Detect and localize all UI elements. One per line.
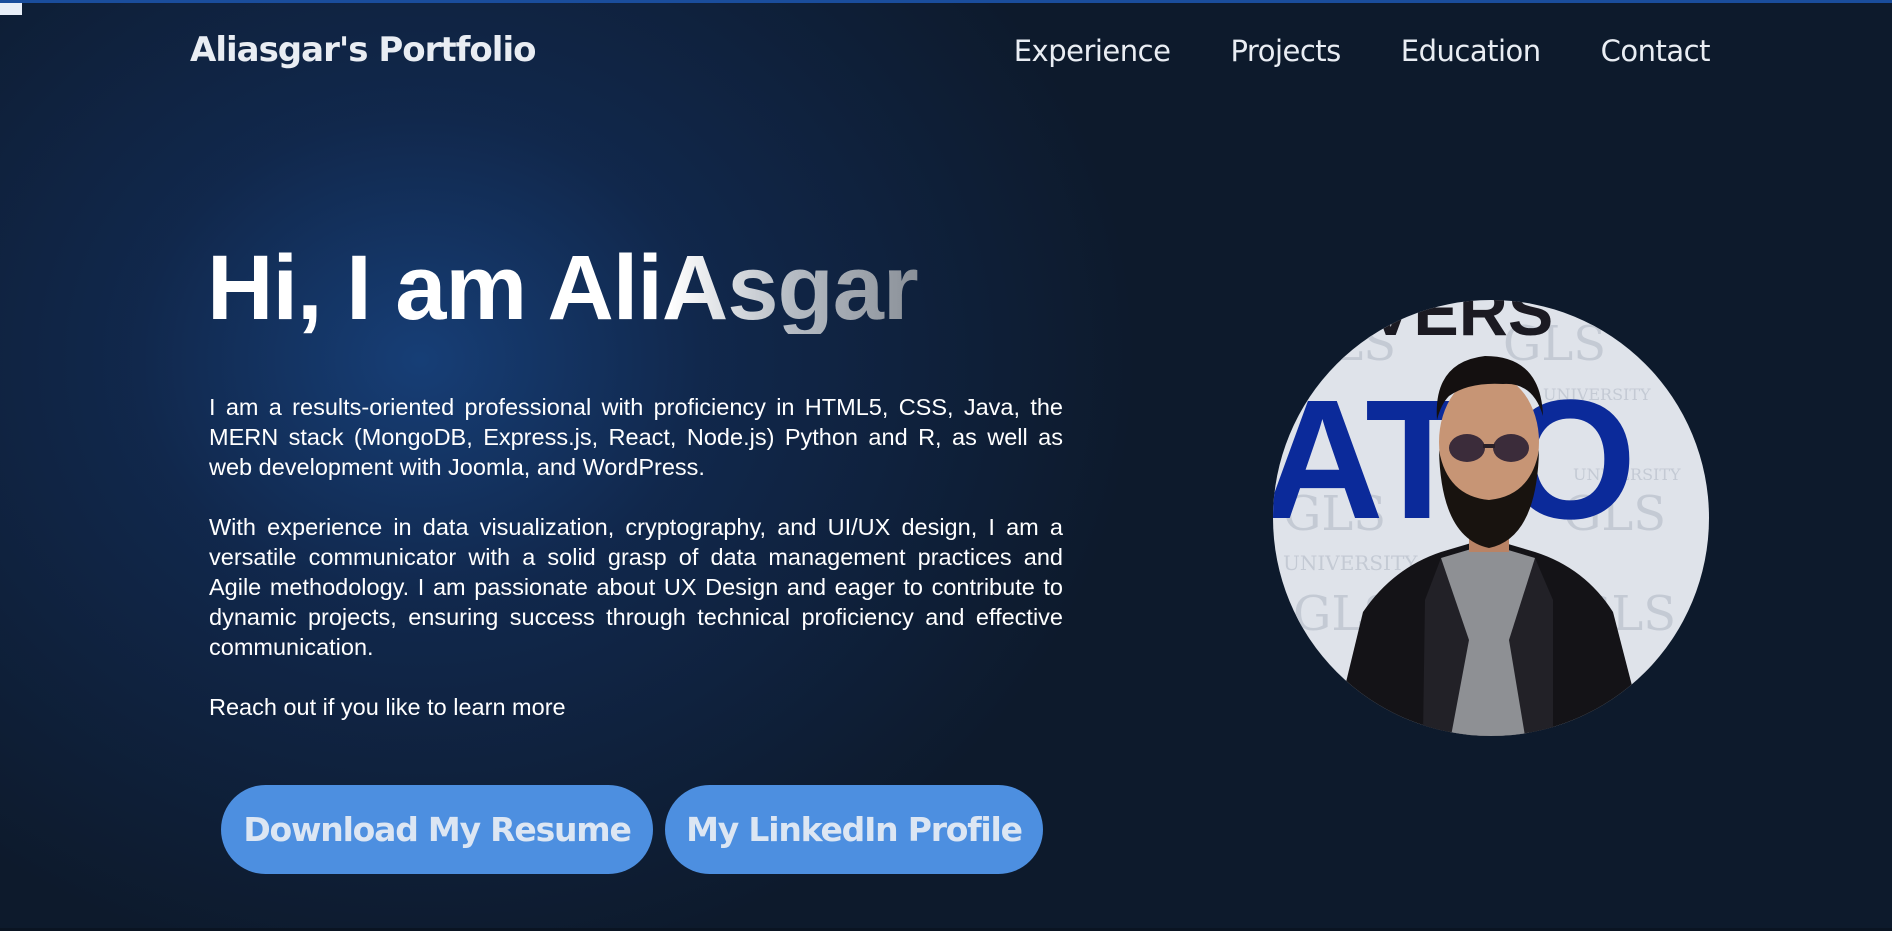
backdrop-letters-top: VERS xyxy=(1368,300,1553,350)
scroll-indicator xyxy=(0,3,22,15)
nav-link-experience[interactable]: Experience xyxy=(1014,34,1171,68)
hero-title: Hi, I am AliAsgar xyxy=(207,237,919,339)
bio-paragraph-experience: With experience in data visualization, c… xyxy=(209,514,1063,660)
nav-link-contact[interactable]: Contact xyxy=(1601,34,1711,68)
profile-photo: GLS GLS GLS GLS GLS GLS UNIVERSITY UNIVE… xyxy=(1273,300,1709,736)
bio-text: I am a results-oriented professional wit… xyxy=(209,392,1063,722)
nav-link-education[interactable]: Education xyxy=(1401,34,1541,68)
linkedin-profile-button[interactable]: My LinkedIn Profile xyxy=(665,785,1043,874)
nav-link-projects[interactable]: Projects xyxy=(1230,34,1341,68)
bio-paragraph-skills: I am a results-oriented professional wit… xyxy=(209,394,1063,480)
main-nav: Experience Projects Education Contact xyxy=(1014,34,1711,68)
site-brand[interactable]: Aliasgar's Portfolio xyxy=(190,30,536,70)
top-progress-strip xyxy=(0,0,1892,3)
download-resume-button[interactable]: Download My Resume xyxy=(221,785,653,874)
bio-paragraph-cta: Reach out if you like to learn more xyxy=(209,694,566,720)
